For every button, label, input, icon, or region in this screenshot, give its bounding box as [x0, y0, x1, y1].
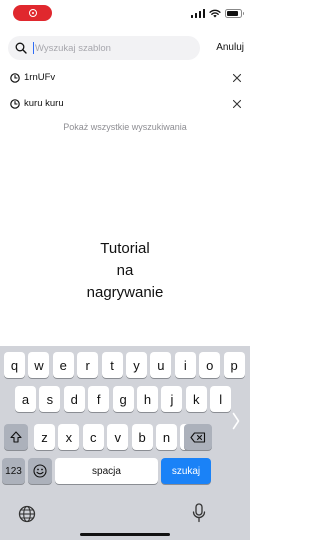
on-screen-keyboard: qwertyuiopasdfghjklzxcvbnm123spacjaszuka… — [0, 346, 250, 540]
search-field[interactable] — [8, 36, 200, 60]
home-indicator[interactable] — [80, 533, 170, 536]
key-y[interactable]: y — [126, 352, 147, 378]
history-item[interactable]: kuru kuru — [10, 95, 242, 113]
key-f[interactable]: f — [88, 386, 110, 412]
battery-level — [227, 10, 239, 16]
wifi-icon — [209, 9, 221, 18]
search-input[interactable] — [35, 37, 195, 59]
key-b[interactable]: b — [131, 424, 153, 450]
key-v[interactable]: v — [107, 424, 129, 450]
key-u[interactable]: u — [150, 352, 172, 378]
shift-icon — [10, 431, 22, 443]
key-j[interactable]: j — [161, 386, 183, 412]
key-d[interactable]: d — [63, 386, 85, 412]
clock-icon — [10, 73, 20, 83]
chevron-right-icon[interactable] — [232, 412, 240, 430]
space-key[interactable]: spacja — [55, 458, 158, 484]
text-cursor — [33, 42, 34, 54]
shift-key[interactable] — [4, 424, 28, 450]
caption-line: nagrywanie — [86, 284, 164, 301]
key-a[interactable]: a — [15, 386, 36, 412]
search-bar-row: Anuluj — [8, 36, 244, 60]
key-h[interactable]: h — [137, 386, 158, 412]
emoji-key[interactable] — [28, 458, 52, 484]
search-return-key[interactable]: szukaj — [161, 458, 211, 484]
key-w[interactable]: w — [28, 352, 50, 378]
clock-icon — [10, 99, 20, 109]
key-x[interactable]: x — [58, 424, 80, 450]
key-t[interactable]: t — [101, 352, 123, 378]
key-q[interactable]: q — [4, 352, 25, 378]
screen-recording-indicator[interactable] — [13, 5, 52, 21]
delete-key[interactable] — [184, 424, 212, 450]
status-icons — [190, 8, 244, 18]
close-icon[interactable] — [232, 73, 242, 83]
key-g[interactable]: g — [112, 386, 134, 412]
key-c[interactable]: c — [82, 424, 104, 450]
search-icon — [15, 42, 27, 54]
history-item[interactable]: 1rnUFv — [10, 69, 242, 87]
key-z[interactable]: z — [34, 424, 55, 450]
key-i[interactable]: i — [174, 352, 196, 378]
key-e[interactable]: e — [52, 352, 74, 378]
key-l[interactable]: l — [210, 386, 232, 412]
close-icon[interactable] — [232, 99, 242, 109]
status-bar — [0, 0, 250, 26]
record-icon — [29, 9, 37, 17]
battery-icon — [225, 8, 244, 18]
cellular-signal-icon — [190, 8, 205, 18]
tutorial-caption: Tutorial na nagrywanie — [0, 238, 250, 304]
caption-line: na — [116, 262, 134, 279]
history-item-label: 1rnUFv — [24, 72, 56, 83]
key-p[interactable]: p — [223, 352, 245, 378]
key-s[interactable]: s — [39, 386, 61, 412]
globe-icon[interactable] — [18, 505, 36, 523]
key-r[interactable]: r — [77, 352, 99, 378]
history-item-label: kuru kuru — [24, 98, 64, 109]
key-o[interactable]: o — [199, 352, 221, 378]
emoji-icon — [33, 464, 47, 478]
numbers-key[interactable]: 123 — [2, 458, 25, 484]
key-k[interactable]: k — [185, 386, 207, 412]
show-all-searches-link[interactable]: Pokaż wszystkie wyszukiwania — [0, 122, 250, 132]
key-n[interactable]: n — [156, 424, 177, 450]
caption-line: Tutorial — [100, 240, 150, 257]
backspace-icon — [190, 431, 206, 443]
microphone-icon[interactable] — [192, 503, 206, 523]
cancel-button[interactable]: Anuluj — [216, 42, 244, 53]
